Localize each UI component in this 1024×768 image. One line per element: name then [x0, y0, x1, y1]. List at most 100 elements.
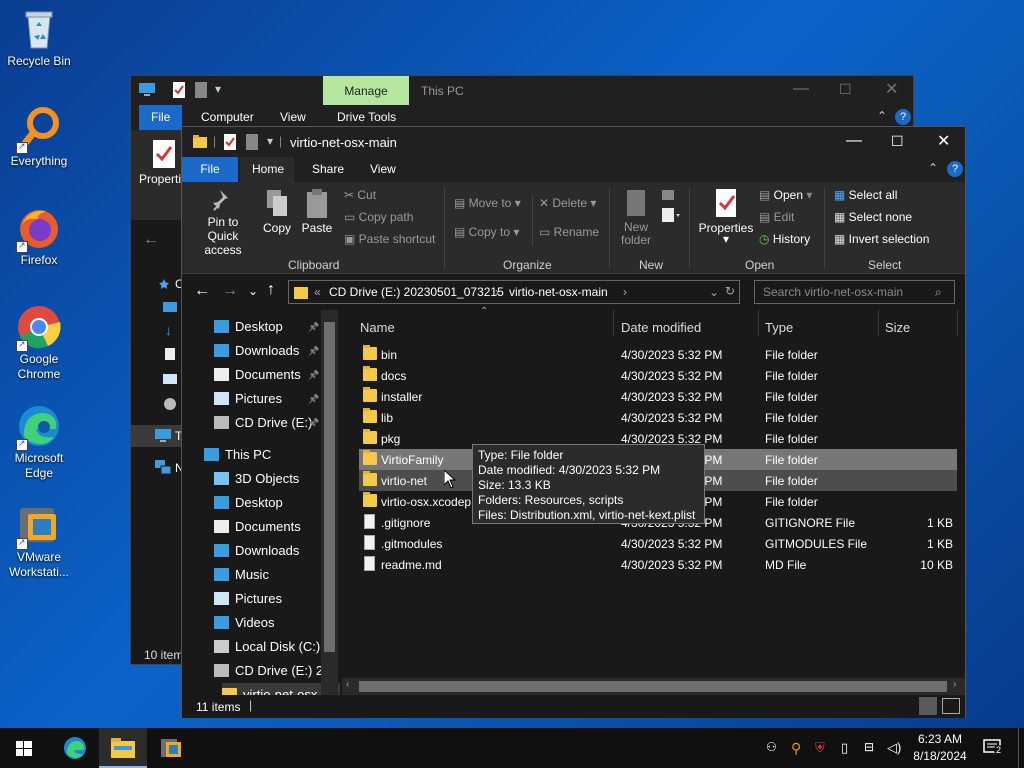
- people-icon[interactable]: ⚇: [766, 740, 782, 756]
- properties-button[interactable]: Properties ▾: [696, 188, 756, 252]
- minimize-button[interactable]: —: [846, 132, 862, 150]
- new-item-button[interactable]: [660, 188, 682, 228]
- minimize-button[interactable]: —: [793, 80, 809, 98]
- delete-button[interactable]: ✕ Delete ▾: [539, 196, 596, 210]
- move-to-button[interactable]: ▤ Move to ▾: [454, 196, 521, 210]
- clock[interactable]: 6:23 AM 8/18/2024: [912, 731, 968, 765]
- title-bar[interactable]: ▾ Manage This PC — ☐ ✕: [131, 76, 913, 105]
- up-arrow-icon[interactable]: ↑: [267, 281, 275, 299]
- properties-qa-icon[interactable]: [173, 82, 185, 98]
- column-separator[interactable]: [758, 310, 759, 336]
- properties-qa-icon[interactable]: [224, 134, 236, 150]
- copy-button[interactable]: Copy: [262, 188, 292, 252]
- open-button[interactable]: ▤ Open ▾: [759, 188, 812, 202]
- nav-pane-scrollbar[interactable]: [321, 310, 338, 702]
- desktop-icon-firefox[interactable]: Firefox: [4, 205, 74, 268]
- tab-view[interactable]: View: [358, 157, 408, 182]
- file-row[interactable]: lib 4/30/2023 5:32 PM File folder: [359, 407, 957, 428]
- column-separator[interactable]: [613, 310, 614, 336]
- help-icon[interactable]: ?: [947, 161, 963, 177]
- scroll-left-icon[interactable]: ‹: [346, 679, 349, 690]
- details-view-icon[interactable]: [919, 697, 937, 715]
- new-folder-qa-icon[interactable]: [195, 82, 207, 98]
- close-button[interactable]: ✕: [937, 131, 950, 151]
- address-dropdown-icon[interactable]: ⌄: [709, 285, 719, 299]
- paste-shortcut-button[interactable]: ▣ Paste shortcut: [344, 232, 435, 246]
- edit-button[interactable]: ▤ Edit: [759, 210, 794, 224]
- rename-button[interactable]: ▭ Rename: [539, 225, 599, 239]
- network-tray-icon[interactable]: ⊟: [864, 740, 880, 756]
- collapse-ribbon-icon[interactable]: ⌃: [877, 109, 887, 123]
- file-row[interactable]: .gitmodules 4/30/2023 5:32 PM GITMODULES F…: [359, 533, 957, 554]
- column-separator[interactable]: [957, 310, 958, 336]
- column-header-size[interactable]: Size: [885, 320, 910, 335]
- customize-qa-icon[interactable]: ▾: [215, 82, 221, 96]
- forward-arrow-icon[interactable]: →: [222, 282, 238, 300]
- back-arrow-icon[interactable]: ←: [143, 231, 159, 249]
- file-row[interactable]: docs 4/30/2023 5:32 PM File folder: [359, 365, 957, 386]
- customize-qa-icon[interactable]: ▾: [267, 134, 273, 148]
- help-icon[interactable]: ?: [895, 109, 911, 125]
- desktop-icon-recycle-bin[interactable]: Recycle Bin: [4, 6, 74, 69]
- copy-path-button[interactable]: ▭ Copy path: [344, 210, 413, 224]
- tab-file[interactable]: File: [139, 105, 183, 130]
- select-none-button[interactable]: ▦ Select none: [834, 210, 912, 224]
- desktop-icon-vmware[interactable]: VMware Workstati...: [4, 502, 74, 580]
- column-separator[interactable]: [878, 310, 879, 336]
- taskbar-file-explorer[interactable]: [99, 728, 147, 768]
- pin-quick-access-button[interactable]: Pin to Quick access: [188, 188, 258, 257]
- title-bar[interactable]: | ▾ | virtio-net-osx-main — ☐ ✕: [182, 127, 965, 157]
- tab-home[interactable]: Home: [240, 157, 294, 182]
- search-input[interactable]: Search virtio-net-osx-main ⌕: [754, 280, 955, 304]
- maximize-button[interactable]: ☐: [891, 133, 904, 150]
- breadcrumb-folder[interactable]: virtio-net-osx-main: [509, 285, 608, 299]
- file-row[interactable]: readme.md 4/30/2023 5:32 PM MD File 10 KB: [359, 554, 957, 575]
- column-header-type[interactable]: Type: [765, 320, 793, 335]
- tab-manage[interactable]: Manage: [323, 76, 409, 105]
- everything-tray-icon[interactable]: ⚲: [791, 740, 807, 756]
- breadcrumb-separator-icon[interactable]: ›: [623, 285, 627, 299]
- nav-item-this-pc-selected[interactable]: T: [131, 425, 182, 447]
- start-button[interactable]: [0, 728, 48, 768]
- history-button[interactable]: ◷ History: [759, 232, 810, 246]
- desktop-icon-edge[interactable]: Microsoft Edge: [4, 403, 74, 481]
- properties-label[interactable]: Properti: [139, 172, 181, 186]
- scrollbar-thumb[interactable]: [324, 322, 335, 652]
- collapse-ribbon-icon[interactable]: ⌃: [928, 161, 938, 175]
- address-bar[interactable]: « CD Drive (E:) 20230501_073215 › virtio…: [288, 280, 740, 304]
- file-row[interactable]: bin 4/30/2023 5:32 PM File folder: [359, 344, 957, 365]
- back-arrow-icon[interactable]: ←: [194, 282, 210, 300]
- desktop-icon-chrome[interactable]: Google Chrome: [4, 304, 74, 382]
- volume-icon[interactable]: ◁): [887, 740, 903, 756]
- file-list-hscrollbar[interactable]: ‹ ›: [342, 678, 965, 695]
- tab-file[interactable]: File: [182, 157, 238, 182]
- invert-selection-button[interactable]: ▦ Invert selection: [834, 232, 929, 246]
- column-header-name[interactable]: Name: [360, 320, 395, 335]
- file-row[interactable]: installer 4/30/2023 5:32 PM File folder: [359, 386, 957, 407]
- security-shield-icon[interactable]: ⛨: [815, 740, 831, 756]
- taskbar-vmware[interactable]: [148, 728, 196, 768]
- desktop-icon-everything[interactable]: Everything: [4, 106, 74, 169]
- show-desktop-button[interactable]: [1018, 728, 1019, 768]
- close-button[interactable]: ✕: [885, 79, 898, 99]
- battery-icon[interactable]: ▯: [841, 740, 857, 756]
- breadcrumb-drive[interactable]: CD Drive (E:) 20230501_073215: [329, 285, 504, 299]
- new-folder-button[interactable]: New folder: [616, 188, 656, 252]
- breadcrumb-separator-icon[interactable]: ›: [495, 285, 499, 299]
- overflow-chevron-icon[interactable]: «: [314, 285, 321, 299]
- scroll-right-icon[interactable]: ›: [953, 679, 956, 690]
- new-folder-qa-icon[interactable]: [246, 134, 258, 150]
- select-all-button[interactable]: ▦ Select all: [834, 188, 897, 202]
- notifications-button[interactable]: 2: [983, 739, 1004, 757]
- recent-locations-icon[interactable]: ⌄: [248, 284, 258, 298]
- refresh-icon[interactable]: ↻: [725, 284, 735, 298]
- large-icons-view-icon[interactable]: [942, 698, 960, 714]
- column-header-date[interactable]: Date modified: [621, 320, 701, 335]
- file-explorer-window[interactable]: | ▾ | virtio-net-osx-main — ☐ ✕ File Hom…: [181, 126, 966, 718]
- maximize-button[interactable]: ☐: [839, 81, 852, 98]
- scrollbar-thumb[interactable]: [359, 681, 947, 692]
- taskbar-edge[interactable]: [51, 728, 99, 768]
- copy-to-button[interactable]: ▤ Copy to ▾: [454, 225, 519, 239]
- paste-button[interactable]: Paste: [300, 188, 334, 252]
- tab-share[interactable]: Share: [300, 157, 356, 182]
